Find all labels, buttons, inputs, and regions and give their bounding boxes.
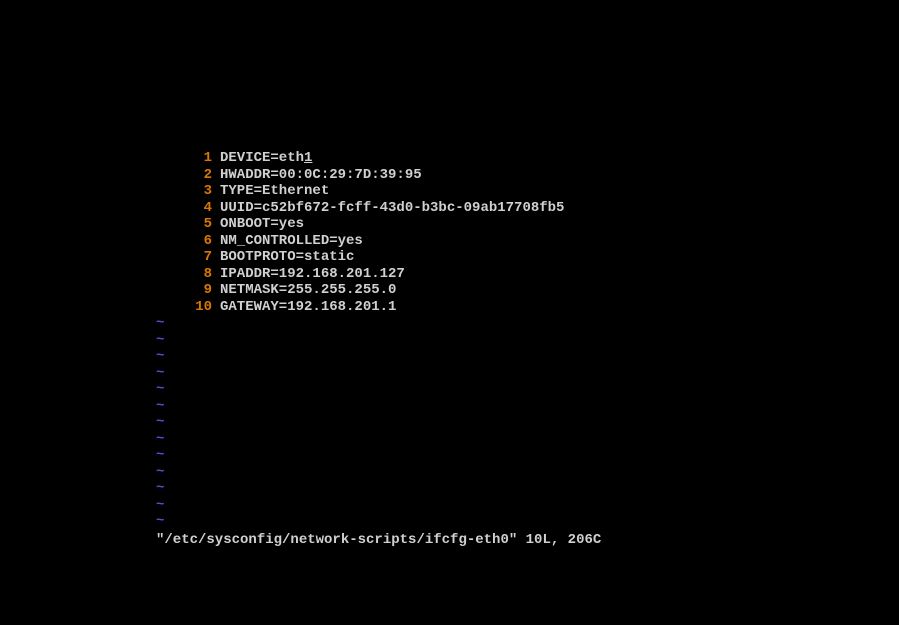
line-content[interactable]: NM_CONTROLLED=yes <box>220 233 363 249</box>
tilde-icon: ~ <box>156 348 166 365</box>
line-content[interactable]: BOOTPROTO=static <box>220 249 354 265</box>
line-number: 2 <box>156 167 220 184</box>
tilde-icon: ~ <box>156 431 166 448</box>
empty-line-tilde: ~ <box>156 480 564 497</box>
tilde-icon: ~ <box>156 315 166 332</box>
file-line[interactable]: 1DEVICE=eth1 <box>156 150 564 167</box>
empty-line-tilde: ~ <box>156 431 564 448</box>
line-content[interactable]: DEVICE=eth1 <box>220 150 312 166</box>
tilde-icon: ~ <box>156 414 166 431</box>
line-content[interactable]: HWADDR=00:0C:29:7D:39:95 <box>220 167 422 183</box>
line-number: 3 <box>156 183 220 200</box>
editor-buffer[interactable]: 1DEVICE=eth12HWADDR=00:0C:29:7D:39:953TY… <box>156 150 564 530</box>
file-line[interactable]: 8IPADDR=192.168.201.127 <box>156 266 564 283</box>
line-number: 5 <box>156 216 220 233</box>
tilde-icon: ~ <box>156 513 166 530</box>
cursor: 1 <box>304 150 312 166</box>
line-number: 10 <box>156 299 220 316</box>
empty-line-tilde: ~ <box>156 447 564 464</box>
tilde-icon: ~ <box>156 398 166 415</box>
line-number: 4 <box>156 200 220 217</box>
empty-line-tilde: ~ <box>156 332 564 349</box>
line-number: 1 <box>156 150 220 167</box>
empty-line-tilde: ~ <box>156 348 564 365</box>
file-line[interactable]: 9NETMASK=255.255.255.0 <box>156 282 564 299</box>
empty-line-tilde: ~ <box>156 464 564 481</box>
empty-line-tilde: ~ <box>156 365 564 382</box>
empty-line-tilde: ~ <box>156 398 564 415</box>
file-line[interactable]: 5ONBOOT=yes <box>156 216 564 233</box>
empty-line-tilde: ~ <box>156 513 564 530</box>
tilde-icon: ~ <box>156 497 166 514</box>
file-line[interactable]: 6NM_CONTROLLED=yes <box>156 233 564 250</box>
empty-line-tilde: ~ <box>156 381 564 398</box>
tilde-icon: ~ <box>156 332 166 349</box>
empty-line-tilde: ~ <box>156 315 564 332</box>
tilde-icon: ~ <box>156 381 166 398</box>
file-line[interactable]: 7BOOTPROTO=static <box>156 249 564 266</box>
tilde-icon: ~ <box>156 464 166 481</box>
file-line[interactable]: 4UUID=c52bf672-fcff-43d0-b3bc-09ab17708f… <box>156 200 564 217</box>
line-content[interactable]: TYPE=Ethernet <box>220 183 329 199</box>
line-number: 9 <box>156 282 220 299</box>
line-number: 6 <box>156 233 220 250</box>
line-number: 8 <box>156 266 220 283</box>
file-line[interactable]: 3TYPE=Ethernet <box>156 183 564 200</box>
empty-line-tilde: ~ <box>156 414 564 431</box>
empty-line-tilde: ~ <box>156 497 564 514</box>
tilde-icon: ~ <box>156 365 166 382</box>
line-content[interactable]: NETMASK=255.255.255.0 <box>220 282 396 298</box>
line-number: 7 <box>156 249 220 266</box>
file-line[interactable]: 10GATEWAY=192.168.201.1 <box>156 299 564 316</box>
file-line[interactable]: 2HWADDR=00:0C:29:7D:39:95 <box>156 167 564 184</box>
line-content[interactable]: IPADDR=192.168.201.127 <box>220 266 405 282</box>
line-content[interactable]: ONBOOT=yes <box>220 216 304 232</box>
tilde-icon: ~ <box>156 480 166 497</box>
status-line: "/etc/sysconfig/network-scripts/ifcfg-et… <box>156 532 601 548</box>
tilde-icon: ~ <box>156 447 166 464</box>
line-content[interactable]: GATEWAY=192.168.201.1 <box>220 299 396 315</box>
line-content[interactable]: UUID=c52bf672-fcff-43d0-b3bc-09ab17708fb… <box>220 200 564 216</box>
